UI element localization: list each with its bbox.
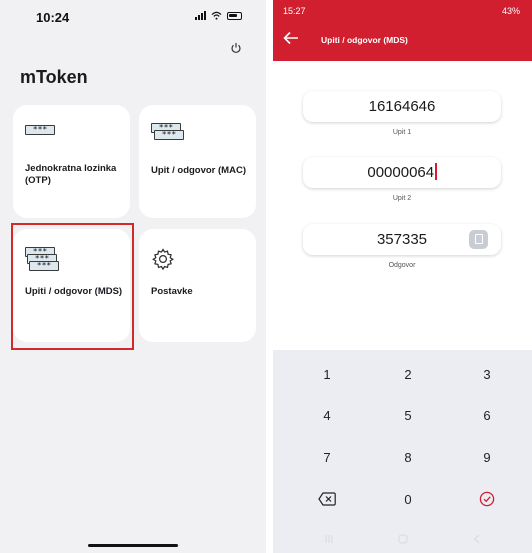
battery-icon: [227, 11, 242, 20]
text-cursor: [435, 163, 437, 180]
query-2-field[interactable]: 00000064: [303, 157, 501, 188]
key-7[interactable]: 7: [297, 446, 357, 470]
key-8[interactable]: 8: [378, 446, 438, 470]
selection-highlight: [11, 223, 134, 350]
back-arrow-icon[interactable]: [283, 31, 299, 45]
key-3[interactable]: 3: [457, 363, 517, 387]
tile-settings-label: Postavke: [151, 286, 193, 297]
key-6[interactable]: 6: [457, 404, 517, 428]
tile-settings[interactable]: Postavke: [139, 229, 256, 342]
key-9[interactable]: 9: [457, 446, 517, 470]
backspace-icon: [318, 492, 336, 506]
copy-icon[interactable]: [469, 230, 488, 249]
key-2[interactable]: 2: [378, 363, 438, 387]
app-bar: 15:27 43% Upiti / odgovor (MDS): [273, 0, 532, 61]
query-1-value: 16164646: [368, 98, 436, 115]
password-stack-icon: *** ***: [151, 123, 184, 143]
recent-apps-icon[interactable]: [323, 533, 335, 545]
home-indicator[interactable]: [88, 544, 178, 547]
screen-title: Upiti / odgovor (MDS): [321, 35, 408, 45]
back-icon[interactable]: [471, 533, 483, 545]
query-2-value: 00000064: [367, 164, 435, 181]
wifi-icon: [211, 11, 222, 20]
response-field: 357335: [303, 224, 501, 255]
home-icon[interactable]: [397, 533, 409, 545]
key-5[interactable]: 5: [378, 404, 438, 428]
status-time: 10:24: [36, 10, 70, 25]
power-icon[interactable]: [230, 42, 242, 54]
signal-icon: [195, 11, 206, 20]
status-bar: 15:27 43%: [273, 0, 532, 24]
battery-level: 43%: [501, 6, 520, 16]
query-1-field[interactable]: 16164646: [303, 91, 501, 122]
tile-mac-label: Upit / odgovor (MAC): [151, 165, 246, 176]
response-caption: Odgovor: [388, 262, 416, 269]
status-icons: [195, 11, 242, 20]
backspace-key[interactable]: [297, 488, 357, 512]
android-nav-bar: [273, 525, 532, 553]
key-1[interactable]: 1: [297, 363, 357, 387]
numeric-keypad: 1 2 3 4 5 6 7 8 9 0: [273, 350, 532, 525]
check-circle-icon: [479, 491, 495, 507]
key-0[interactable]: 0: [378, 488, 438, 512]
confirm-key[interactable]: [457, 488, 517, 512]
tile-otp-label: Jednokratna lozinka (OTP): [25, 163, 117, 186]
gear-icon: [151, 247, 175, 276]
response-value: 357335: [376, 231, 428, 248]
status-bar: 10:24: [0, 0, 266, 40]
mtoken-home-screen: 10:24 mToken *** Jednokratna lozinka (OT…: [0, 0, 266, 553]
password-field-icon: ***: [25, 123, 55, 136]
mds-screen: 15:27 43% Upiti / odgovor (MDS) 16164646…: [273, 0, 532, 553]
query-2-caption: Upit 2: [392, 195, 412, 202]
status-time: 15:27: [283, 6, 306, 16]
app-title: mToken: [20, 67, 88, 87]
tile-otp[interactable]: *** Jednokratna lozinka (OTP): [13, 105, 130, 218]
tile-mac[interactable]: *** *** Upit / odgovor (MAC): [139, 105, 256, 218]
key-4[interactable]: 4: [297, 404, 357, 428]
query-1-caption: Upit 1: [392, 129, 412, 136]
